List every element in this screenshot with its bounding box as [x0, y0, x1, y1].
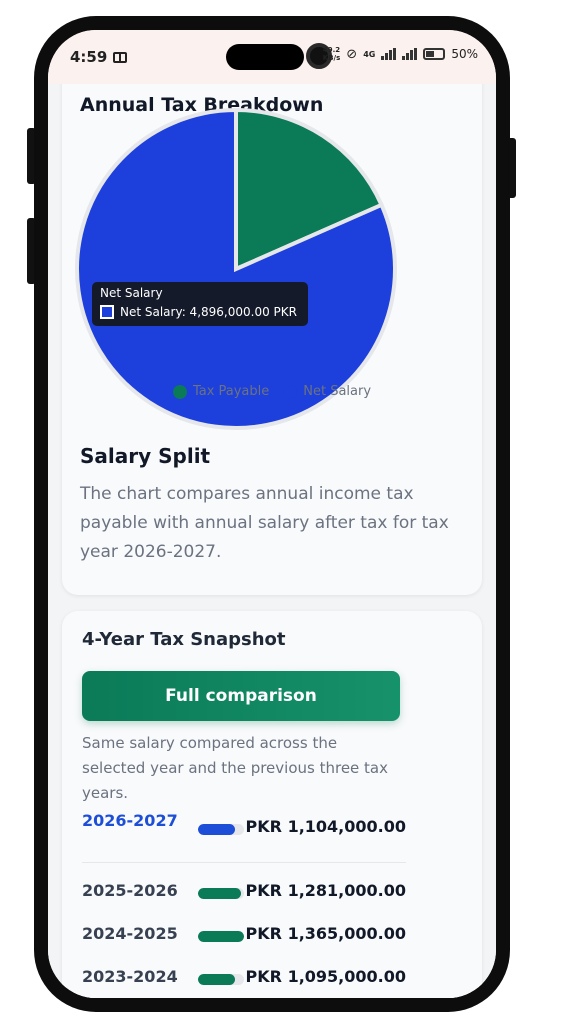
- snapshot-bar-fill: [198, 888, 242, 899]
- row-divider: [82, 862, 406, 863]
- status-bar: 4:59 49.2 KB/s ⊘ 4G 50%: [48, 30, 496, 84]
- signal-icon: [381, 48, 397, 60]
- full-comparison-button[interactable]: Full comparison: [82, 671, 400, 721]
- battery-percent: 50%: [451, 47, 478, 61]
- snapshot-bar-track: [198, 824, 244, 835]
- snapshot-amount: PKR 1,104,000.00: [245, 817, 406, 836]
- chart-legend: Tax Payable Net Salary: [62, 384, 482, 399]
- snapshot-year: 2023-2024: [82, 967, 178, 986]
- tooltip-line: Net Salary: 4,896,000.00 PKR: [100, 305, 300, 319]
- snapshot-row[interactable]: 2026-2027 PKR 1,104,000.00: [82, 809, 406, 849]
- snapshot-bar-track: [198, 888, 244, 899]
- phone-screen: 4:59 49.2 KB/s ⊘ 4G 50% Annual Tax Break…: [48, 30, 496, 998]
- signal-icon-2: [402, 48, 418, 60]
- snapshot-bar-fill: [198, 974, 235, 985]
- scroll-content[interactable]: Annual Tax Breakdown Net Salary Net Sala…: [48, 84, 496, 998]
- snapshot-bar-fill: [198, 931, 244, 942]
- legend-item-net[interactable]: Net Salary: [283, 384, 371, 399]
- battery-icon: [423, 48, 446, 60]
- snapshot-year: 2026-2027: [82, 811, 178, 830]
- legend-label-tax: Tax Payable: [192, 384, 270, 399]
- phone-frame: 4:59 49.2 KB/s ⊘ 4G 50% Annual Tax Break…: [34, 16, 510, 1012]
- snapshot-row[interactable]: 2025-2026 PKR 1,281,000.00: [82, 873, 406, 913]
- snapshot-title: 4-Year Tax Snapshot: [82, 629, 286, 650]
- snapshot-bar-fill: [198, 824, 236, 835]
- book-icon: [113, 51, 128, 63]
- tooltip-title: Net Salary: [100, 286, 163, 300]
- legend-label-net: Net Salary: [303, 384, 372, 399]
- legend-dot-net: [283, 384, 298, 399]
- status-indicators: 49.2 KB/s ⊘ 4G 50%: [323, 46, 478, 62]
- tooltip-swatch: [100, 305, 114, 319]
- snapshot-card: 4-Year Tax Snapshot Full comparison Same…: [62, 611, 482, 998]
- snapshot-row[interactable]: 2024-2025 PKR 1,365,000.00: [82, 916, 406, 956]
- snapshot-bar-track: [198, 931, 244, 942]
- snapshot-amount: PKR 1,095,000.00: [245, 967, 406, 986]
- network-speed-unit: KB/s: [322, 54, 341, 62]
- snapshot-amount: PKR 1,281,000.00: [245, 881, 406, 900]
- snapshot-bar-track: [198, 974, 244, 985]
- legend-dot-tax: [172, 384, 187, 399]
- snapshot-description: Same salary compared across the selected…: [82, 734, 388, 802]
- legend-item-tax[interactable]: Tax Payable: [172, 384, 270, 399]
- network-type: 4G: [363, 49, 376, 59]
- hotspot-icon: ⊘: [346, 46, 358, 62]
- network-speed: 49.2 KB/s: [323, 46, 340, 62]
- network-speed-value: 49.2: [322, 46, 341, 54]
- snapshot-row[interactable]: 2023-2024 PKR 1,095,000.00: [82, 959, 406, 998]
- snapshot-year: 2024-2025: [82, 924, 178, 943]
- tooltip-value: Net Salary: 4,896,000.00 PKR: [120, 305, 297, 319]
- chart-tooltip: Net Salary Net Salary: 4,896,000.00 PKR: [92, 282, 308, 326]
- snapshot-year: 2025-2026: [82, 881, 178, 900]
- dynamic-island: [226, 44, 304, 70]
- tax-breakdown-card: Annual Tax Breakdown Net Salary Net Sala…: [62, 84, 482, 595]
- section-title: Salary Split: [80, 444, 211, 468]
- status-time: 4:59: [70, 48, 108, 66]
- section-body: The chart compares annual income tax pay…: [80, 484, 449, 562]
- snapshot-amount: PKR 1,365,000.00: [245, 924, 406, 943]
